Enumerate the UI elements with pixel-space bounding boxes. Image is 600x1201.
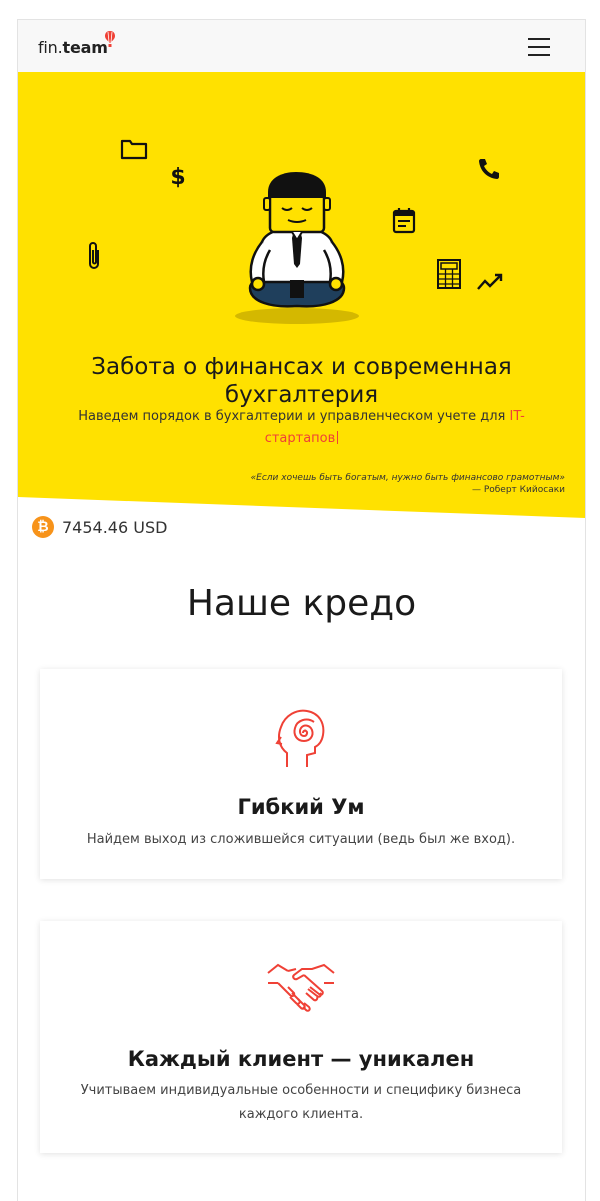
hero-section: $ Забота о финансах и современная бухгал… <box>18 72 585 518</box>
logo[interactable]: fin.team <box>38 38 108 57</box>
card-text: Найдем выход из сложившейся ситуации (ве… <box>86 832 516 847</box>
quote-text: «Если хочешь быть богатым, нужно быть фи… <box>250 473 565 483</box>
card-title: Гибкий Ум <box>237 795 365 819</box>
paperclip-icon <box>89 242 99 269</box>
hamburger-icon[interactable] <box>528 38 550 56</box>
navbar: fin.team <box>18 20 585 73</box>
logo-prefix: fin. <box>38 38 63 57</box>
balloon-icon <box>105 31 115 47</box>
folder-icon <box>120 139 148 160</box>
calculator-icon <box>437 259 461 289</box>
bitcoin-icon: ₿ <box>32 516 54 538</box>
hero-quote: «Если хочешь быть богатым, нужно быть фи… <box>251 472 565 496</box>
phone-icon <box>479 159 499 179</box>
handshake-icon <box>267 963 335 1012</box>
dollar-icon: $ <box>170 165 185 190</box>
meditating-man-illustration <box>235 172 359 324</box>
credo-card: Каждый клиент — уникален Учитываем индив… <box>40 921 562 1153</box>
hero-subtitle: Наведем порядок в бухгалтерии и управлен… <box>58 406 545 450</box>
bitcoin-ticker: ₿ 7454.46 USD <box>32 515 167 539</box>
card-title: Каждый клиент — уникален <box>127 1047 475 1071</box>
quote-author: — Роберт Кийосаки <box>471 485 565 495</box>
svg-text:$: $ <box>170 165 185 190</box>
mind-spiral-icon <box>275 709 325 767</box>
calendar-icon <box>392 208 416 234</box>
credo-title: Наше кредо <box>186 583 417 624</box>
bitcoin-price: 7454.46 USD <box>62 517 168 537</box>
page-frame: fin.team $ Забота о финансах и современн… <box>17 19 586 1201</box>
trend-icon <box>477 273 503 290</box>
hero-title: Забота о финансах и современная бухгалте… <box>91 354 512 409</box>
card-text: Учитываем индивидуальные особенности и с… <box>80 1083 522 1122</box>
typing-cursor <box>337 431 339 444</box>
credo-card: Гибкий Ум Найдем выход из сложившейся си… <box>40 669 562 879</box>
hero-subtitle-text: Наведем порядок в бухгалтерии и управлен… <box>78 409 510 424</box>
logo-bold: team <box>62 38 108 57</box>
